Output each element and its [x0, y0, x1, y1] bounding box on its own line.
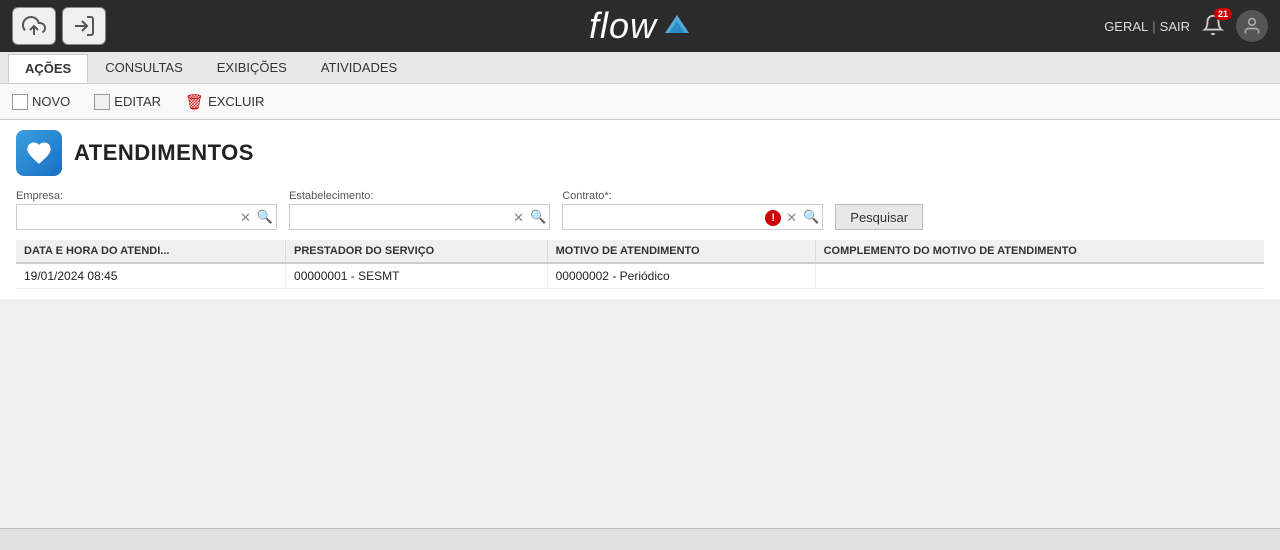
notification-badge: 21	[1214, 8, 1232, 20]
estabelecimento-input[interactable]	[290, 205, 510, 229]
contrato-clear-button[interactable]: ✕	[783, 211, 800, 224]
tab-consultas[interactable]: CONSULTAS	[88, 53, 200, 82]
geral-link[interactable]: GERAL	[1104, 19, 1148, 34]
user-avatar[interactable]	[1236, 10, 1268, 42]
pesquisar-button[interactable]: Pesquisar	[835, 204, 923, 230]
status-bar	[0, 528, 1280, 550]
excluir-label: EXCLUIR	[208, 94, 264, 109]
cell-complemento	[815, 263, 1264, 289]
page-header-icon	[16, 130, 62, 176]
estabelecimento-search-button[interactable]: 🔍	[527, 209, 549, 225]
table-body: 19/01/2024 08:4500000001 - SESMT00000002…	[16, 263, 1264, 289]
page-header: ATENDIMENTOS	[16, 130, 1264, 176]
table-row[interactable]: 19/01/2024 08:4500000001 - SESMT00000002…	[16, 263, 1264, 289]
sair-link[interactable]: SAIR	[1160, 19, 1190, 34]
upload-button[interactable]	[12, 7, 56, 45]
estabelecimento-label: Estabelecimento:	[289, 190, 550, 202]
logo-area: flow	[589, 8, 691, 44]
empresa-label: Empresa:	[16, 190, 277, 202]
empresa-clear-button[interactable]: ✕	[237, 211, 254, 224]
logo-icon	[663, 13, 691, 40]
data-table: DATA E HORA DO ATENDI... PRESTADOR DO SE…	[16, 240, 1264, 289]
notification-button[interactable]: 21	[1202, 14, 1224, 39]
logo-text: flow	[589, 8, 657, 44]
estabelecimento-clear-button[interactable]: ✕	[510, 211, 527, 224]
page-title: ATENDIMENTOS	[74, 140, 254, 166]
top-bar-right: GERAL | SAIR 21	[1104, 10, 1268, 42]
empresa-filter-group: Empresa: ✕ 🔍	[16, 190, 277, 230]
top-bar-left	[12, 7, 106, 45]
estabelecimento-filter-group: Estabelecimento: ✕ 🔍	[289, 190, 550, 230]
link-separator: |	[1152, 19, 1155, 34]
contrato-input-wrap: ! ✕ 🔍	[562, 204, 823, 230]
trash-icon: 🗑	[185, 93, 204, 111]
novo-button[interactable]: NOVO	[8, 92, 74, 112]
empresa-search-button[interactable]: 🔍	[254, 209, 276, 225]
novo-label: NOVO	[32, 94, 70, 109]
editar-button[interactable]: EDITAR	[90, 92, 165, 112]
novo-checkbox-icon	[12, 94, 28, 110]
contrato-label: Contrato*:	[562, 190, 823, 202]
contrato-search-button[interactable]: 🔍	[800, 209, 822, 225]
filter-row: Empresa: ✕ 🔍 Estabelecimento: ✕ 🔍 Contra…	[16, 190, 1264, 230]
col-data-hora: DATA E HORA DO ATENDI...	[16, 240, 286, 263]
contrato-warn-button[interactable]: !	[763, 209, 783, 226]
cell-data_hora: 19/01/2024 08:45	[16, 263, 286, 289]
empresa-input[interactable]	[17, 205, 237, 229]
estabelecimento-input-wrap: ✕ 🔍	[289, 204, 550, 230]
tab-atividades[interactable]: ATIVIDADES	[304, 53, 414, 82]
top-bar-links: GERAL | SAIR	[1104, 19, 1190, 34]
top-bar: flow GERAL | SAIR 21	[0, 0, 1280, 52]
warn-icon: !	[765, 210, 781, 226]
col-complemento: COMPLEMENTO DO MOTIVO DE ATENDIMENTO	[815, 240, 1264, 263]
editar-label: EDITAR	[114, 94, 161, 109]
action-row: NOVO EDITAR 🗑 EXCLUIR	[0, 84, 1280, 120]
main-content: ATENDIMENTOS Empresa: ✕ 🔍 Estabeleciment…	[0, 120, 1280, 299]
tab-acoes[interactable]: AÇÕES	[8, 54, 88, 83]
contrato-filter-group: Contrato*: ! ✕ 🔍	[562, 190, 823, 230]
cell-motivo: 00000002 - Periódico	[547, 263, 815, 289]
empresa-input-wrap: ✕ 🔍	[16, 204, 277, 230]
exit-button[interactable]	[62, 7, 106, 45]
col-prestador: PRESTADOR DO SERVIÇO	[286, 240, 548, 263]
toolbar-tabs: AÇÕES CONSULTAS EXIBIÇÕES ATIVIDADES	[0, 52, 1280, 84]
col-motivo: MOTIVO DE ATENDIMENTO	[547, 240, 815, 263]
excluir-button[interactable]: 🗑 EXCLUIR	[181, 91, 268, 113]
cell-prestador: 00000001 - SESMT	[286, 263, 548, 289]
editar-checkbox-icon	[94, 94, 110, 110]
contrato-input[interactable]	[563, 205, 763, 229]
table-header: DATA E HORA DO ATENDI... PRESTADOR DO SE…	[16, 240, 1264, 263]
tab-exibicoes[interactable]: EXIBIÇÕES	[200, 53, 304, 82]
